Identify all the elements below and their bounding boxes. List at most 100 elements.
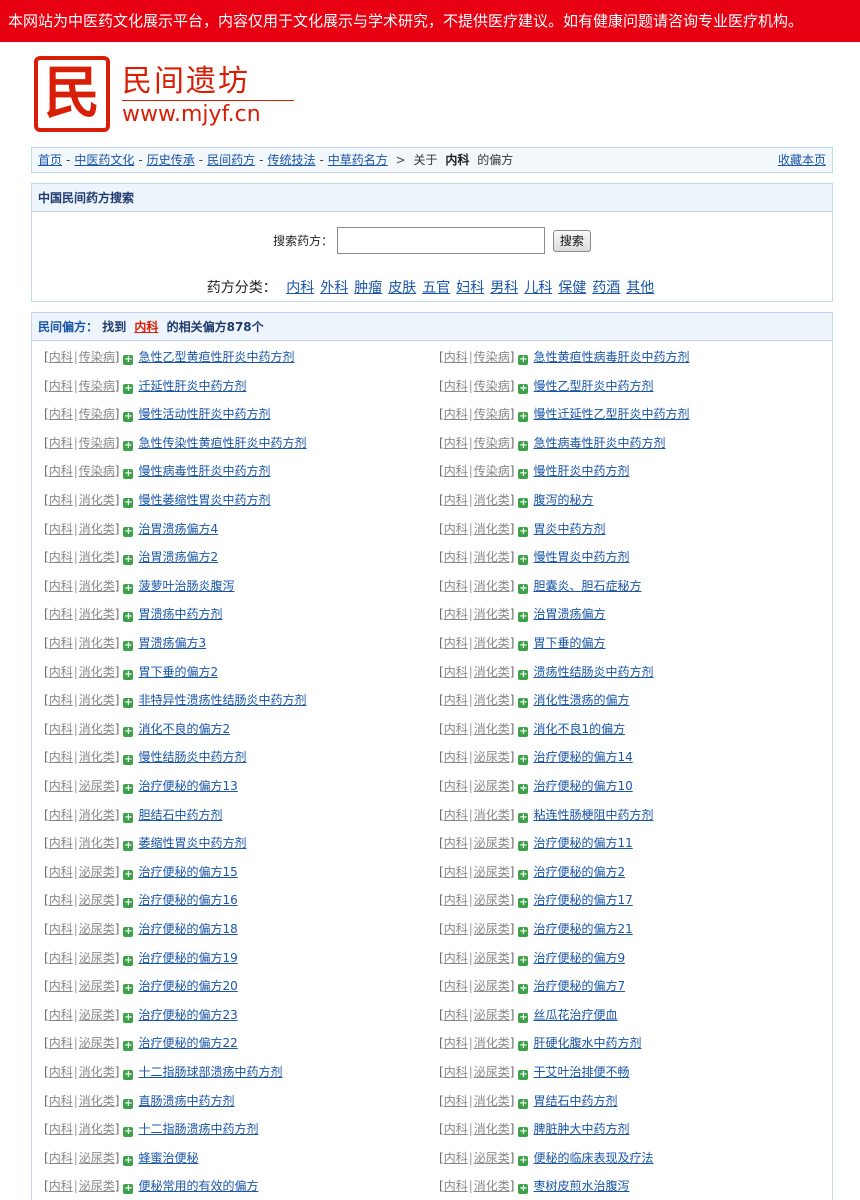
category-tag[interactable]: 内科 (444, 1094, 468, 1108)
category-tag[interactable]: 内科 (444, 750, 468, 764)
subcategory-tag[interactable]: 传染病 (474, 436, 510, 450)
subcategory-tag[interactable]: 消化类 (79, 579, 115, 593)
category-tag[interactable]: 内科 (49, 693, 73, 707)
category-link[interactable]: 保健 (558, 280, 586, 296)
subcategory-tag[interactable]: 泌尿类 (79, 1151, 115, 1165)
recipe-link[interactable]: 急性乙型黄疸性肝炎中药方剂 (138, 350, 294, 364)
category-tag[interactable]: 内科 (49, 722, 73, 736)
category-link[interactable]: 男科 (490, 280, 518, 296)
recipe-link[interactable]: 消化性溃疡的偏方 (533, 693, 629, 707)
recipe-link[interactable]: 便秘的临床表现及疗法 (533, 1151, 653, 1165)
subcategory-tag[interactable]: 传染病 (79, 379, 115, 393)
subcategory-tag[interactable]: 消化类 (79, 722, 115, 736)
category-link[interactable]: 肿瘤 (354, 280, 382, 296)
recipe-link[interactable]: 治疗便秘的偏方18 (138, 922, 237, 936)
results-keyword[interactable]: 内科 (134, 320, 158, 334)
category-tag[interactable]: 内科 (49, 836, 73, 850)
subcategory-tag[interactable]: 传染病 (79, 407, 115, 421)
recipe-link[interactable]: 治疗便秘的偏方21 (533, 922, 632, 936)
recipe-link[interactable]: 治疗便秘的偏方13 (138, 779, 237, 793)
subcategory-tag[interactable]: 泌尿类 (474, 1008, 510, 1022)
search-input[interactable] (337, 227, 545, 254)
recipe-link[interactable]: 治疗便秘的偏方19 (138, 951, 237, 965)
recipe-link[interactable]: 溃疡性结肠炎中药方剂 (533, 665, 653, 679)
subcategory-tag[interactable]: 消化类 (79, 1065, 115, 1079)
recipe-link[interactable]: 治疗便秘的偏方23 (138, 1008, 237, 1022)
subcategory-tag[interactable]: 泌尿类 (79, 1179, 115, 1193)
category-tag[interactable]: 内科 (49, 1008, 73, 1022)
category-tag[interactable]: 内科 (444, 865, 468, 879)
category-tag[interactable]: 内科 (49, 893, 73, 907)
category-link[interactable]: 妇科 (456, 280, 484, 296)
subcategory-tag[interactable]: 泌尿类 (474, 1065, 510, 1079)
subcategory-tag[interactable]: 传染病 (474, 464, 510, 478)
category-tag[interactable]: 内科 (444, 808, 468, 822)
recipe-link[interactable]: 腹泻的秘方 (533, 493, 593, 507)
category-tag[interactable]: 内科 (49, 808, 73, 822)
subcategory-tag[interactable]: 传染病 (474, 350, 510, 364)
subcategory-tag[interactable]: 消化类 (79, 665, 115, 679)
recipe-link[interactable]: 消化不良的偏方2 (138, 722, 230, 736)
category-tag[interactable]: 内科 (444, 1179, 468, 1193)
subcategory-tag[interactable]: 消化类 (474, 808, 510, 822)
recipe-link[interactable]: 胃结石中药方剂 (533, 1094, 617, 1108)
recipe-link[interactable]: 萎缩性胃炎中药方剂 (138, 836, 246, 850)
category-tag[interactable]: 内科 (49, 1122, 73, 1136)
subcategory-tag[interactable]: 消化类 (474, 579, 510, 593)
category-tag[interactable]: 内科 (444, 379, 468, 393)
recipe-link[interactable]: 急性黄疸性病毒肝炎中药方剂 (533, 350, 689, 364)
category-tag[interactable]: 内科 (49, 379, 73, 393)
logo-site-name[interactable]: 民间遗坊 (122, 56, 250, 100)
category-tag[interactable]: 内科 (444, 607, 468, 621)
subcategory-tag[interactable]: 消化类 (474, 722, 510, 736)
category-tag[interactable]: 内科 (49, 493, 73, 507)
search-button[interactable]: 搜索 (552, 229, 591, 252)
recipe-link[interactable]: 干艾叶治排便不畅 (533, 1065, 629, 1079)
category-link[interactable]: 药酒 (592, 280, 620, 296)
subcategory-tag[interactable]: 消化类 (474, 665, 510, 679)
recipe-link[interactable]: 胃炎中药方剂 (533, 522, 605, 536)
breadcrumb-link[interactable]: 历史传承 (147, 153, 195, 167)
category-tag[interactable]: 内科 (49, 1094, 73, 1108)
category-tag[interactable]: 内科 (49, 350, 73, 364)
recipe-link[interactable]: 迁延性肝炎中药方剂 (138, 379, 246, 393)
recipe-link[interactable]: 蜂蜜治便秘 (138, 1151, 198, 1165)
subcategory-tag[interactable]: 泌尿类 (79, 779, 115, 793)
recipe-link[interactable]: 治胃溃疡偏方 (533, 607, 605, 621)
category-tag[interactable]: 内科 (444, 464, 468, 478)
breadcrumb-link[interactable]: 民间药方 (207, 153, 255, 167)
category-tag[interactable]: 内科 (444, 722, 468, 736)
category-tag[interactable]: 内科 (49, 1151, 73, 1165)
category-link[interactable]: 内科 (286, 280, 314, 296)
subcategory-tag[interactable]: 消化类 (79, 836, 115, 850)
subcategory-tag[interactable]: 泌尿类 (474, 951, 510, 965)
category-tag[interactable]: 内科 (444, 407, 468, 421)
recipe-link[interactable]: 慢性活动性肝炎中药方剂 (138, 407, 270, 421)
category-tag[interactable]: 内科 (49, 1065, 73, 1079)
recipe-link[interactable]: 急性传染性黄疸性肝炎中药方剂 (138, 436, 306, 450)
category-link[interactable]: 儿科 (524, 280, 552, 296)
subcategory-tag[interactable]: 消化类 (79, 693, 115, 707)
category-tag[interactable]: 内科 (49, 1179, 73, 1193)
subcategory-tag[interactable]: 泌尿类 (474, 779, 510, 793)
recipe-link[interactable]: 便秘常用的有效的偏方 (138, 1179, 258, 1193)
subcategory-tag[interactable]: 消化类 (79, 493, 115, 507)
category-tag[interactable]: 内科 (444, 836, 468, 850)
recipe-link[interactable]: 枣树皮煎水治腹泻 (533, 1179, 629, 1193)
category-tag[interactable]: 内科 (444, 493, 468, 507)
subcategory-tag[interactable]: 消化类 (474, 1122, 510, 1136)
category-tag[interactable]: 内科 (444, 436, 468, 450)
category-tag[interactable]: 内科 (49, 579, 73, 593)
category-tag[interactable]: 内科 (49, 779, 73, 793)
category-tag[interactable]: 内科 (49, 636, 73, 650)
recipe-link[interactable]: 治疗便秘的偏方10 (533, 779, 632, 793)
category-tag[interactable]: 内科 (444, 951, 468, 965)
category-tag[interactable]: 内科 (444, 1122, 468, 1136)
category-tag[interactable]: 内科 (49, 464, 73, 478)
subcategory-tag[interactable]: 消化类 (474, 636, 510, 650)
category-tag[interactable]: 内科 (49, 979, 73, 993)
category-link[interactable]: 其他 (626, 280, 654, 296)
subcategory-tag[interactable]: 泌尿类 (79, 922, 115, 936)
category-link[interactable]: 外科 (320, 280, 348, 296)
recipe-link[interactable]: 慢性迁延性乙型肝炎中药方剂 (533, 407, 689, 421)
